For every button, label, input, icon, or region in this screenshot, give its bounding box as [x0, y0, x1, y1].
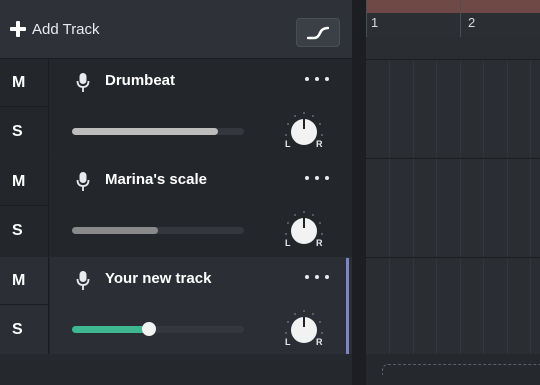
track-header: Your new track L R [50, 257, 352, 355]
grid-line [506, 258, 508, 355]
grid-line [459, 60, 461, 157]
volume-fill [72, 227, 158, 234]
grid-line [483, 60, 484, 157]
bar-number: 2 [468, 15, 476, 30]
grid-line [436, 258, 437, 355]
pan-knob[interactable]: L R [278, 209, 330, 249]
grid-line [483, 159, 484, 256]
track-name[interactable]: Marina's scale [105, 171, 207, 188]
more-dots-icon [305, 275, 309, 279]
track-lane[interactable] [366, 158, 540, 256]
timeline-footer [366, 354, 540, 385]
automation-curve-icon [307, 26, 329, 40]
track-options-button[interactable] [305, 269, 329, 285]
mute-button[interactable]: M [0, 257, 48, 305]
grid-line [436, 60, 437, 157]
volume-slider[interactable] [72, 227, 244, 234]
grid-line [412, 258, 414, 355]
bar-tick [366, 0, 367, 37]
pan-left-label: L [285, 139, 291, 149]
mute-solo-column: M S [0, 257, 49, 355]
automation-button[interactable] [296, 18, 340, 47]
pan-right-label: R [316, 139, 323, 149]
grid-line [506, 60, 508, 157]
mute-solo-column: M S [0, 59, 49, 157]
mute-button[interactable]: M [0, 59, 48, 107]
grid-line [530, 60, 531, 157]
pan-right-label: R [316, 238, 323, 248]
more-dots-icon [305, 176, 309, 180]
grid-line [412, 159, 414, 256]
arrangement-timeline[interactable]: 1 2 [366, 0, 540, 385]
track-name[interactable]: Your new track [105, 270, 211, 287]
track-options-button[interactable] [305, 71, 329, 87]
mute-solo-column: M S [0, 158, 49, 256]
track-row-drumbeat[interactable]: M S Drumbeat L R [0, 59, 352, 157]
volume-slider[interactable] [72, 128, 244, 135]
grid-line [389, 60, 390, 157]
grid-line [412, 60, 414, 157]
track-lane[interactable] [366, 59, 540, 157]
plus-icon [10, 21, 26, 37]
solo-button[interactable]: S [0, 306, 48, 354]
track-options-button[interactable] [305, 170, 329, 186]
mute-button[interactable]: M [0, 158, 48, 206]
drop-zone-outline [382, 364, 540, 375]
pan-right-label: R [316, 337, 323, 347]
panel-divider[interactable] [352, 0, 366, 385]
add-track-label: Add Track [32, 20, 100, 38]
microphone-icon [76, 271, 90, 290]
grid-line [389, 258, 390, 355]
grid-line [530, 159, 531, 256]
grid-line [506, 159, 508, 256]
track-list-footer [0, 354, 352, 385]
grid-line [459, 258, 461, 355]
grid-line [483, 258, 484, 355]
grid-line [459, 159, 461, 256]
grid-line [530, 258, 531, 355]
volume-fill [72, 326, 150, 333]
pan-knob[interactable]: L R [278, 110, 330, 150]
timeline-ruler[interactable]: 1 2 [366, 0, 540, 37]
bar-number: 1 [371, 15, 379, 30]
add-track-button[interactable]: Add Track [10, 15, 100, 43]
solo-button[interactable]: S [0, 108, 48, 156]
track-row-your-new-track[interactable]: M S Your new track L R [0, 257, 352, 355]
loop-region[interactable] [366, 0, 540, 13]
pan-left-label: L [285, 337, 291, 347]
volume-fill [72, 128, 219, 135]
microphone-icon [76, 172, 90, 191]
track-header: Marina's scale L R [50, 158, 352, 256]
bar-tick [460, 0, 461, 37]
pan-left-label: L [285, 238, 291, 248]
track-header: Drumbeat L R [50, 59, 352, 157]
solo-button[interactable]: S [0, 207, 48, 255]
track-lane[interactable] [366, 257, 540, 355]
volume-slider[interactable] [72, 322, 244, 336]
track-list-header: Add Track [0, 0, 352, 59]
grid-line [389, 159, 390, 256]
track-name[interactable]: Drumbeat [105, 72, 175, 89]
microphone-icon [76, 73, 90, 92]
more-dots-icon [305, 77, 309, 81]
track-row-marinas-scale[interactable]: M S Marina's scale L R [0, 158, 352, 256]
volume-slider-thumb[interactable] [142, 322, 157, 336]
track-list-panel: Add Track M S Drumbeat L R M S Marina's … [0, 0, 352, 385]
pan-knob[interactable]: L R [278, 308, 330, 348]
grid-line [436, 159, 437, 256]
selected-track-indicator [346, 258, 349, 354]
